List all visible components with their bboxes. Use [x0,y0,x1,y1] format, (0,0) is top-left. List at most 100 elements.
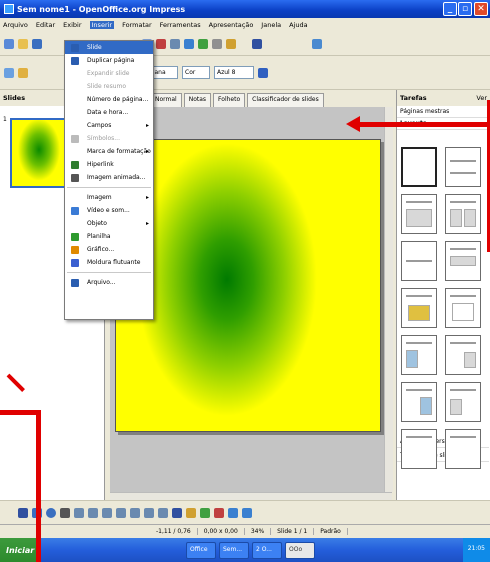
undo-icon[interactable] [156,38,166,49]
table-icon[interactable] [198,38,208,49]
menu-presentation[interactable]: Apresentação [209,21,254,29]
layout-title-only[interactable] [445,147,481,187]
menu-item-label: Campos [87,122,112,129]
section-master-pages[interactable]: Páginas mestras [397,106,490,118]
layout-title-object[interactable] [401,429,437,469]
align-icon[interactable] [228,507,238,518]
layout-title-chart-text[interactable] [445,382,481,422]
menu-tools[interactable]: Ferramentas [160,21,201,29]
menu-view[interactable]: Exibir [63,21,81,29]
insert-menu-item[interactable]: Marca de formatação ▸ [65,145,153,158]
line-icon[interactable] [258,67,268,78]
slide-canvas[interactable] [115,139,381,432]
layout-title-chart[interactable] [401,288,437,328]
insert-menu-item[interactable]: Vídeo e som... [65,204,153,217]
slide-design-icon[interactable] [312,38,322,49]
insert-menu-item[interactable]: Duplicar página [65,54,153,67]
layout-title-two-content[interactable] [445,194,481,234]
menu-item-label: Planilha [87,233,111,240]
insert-menu-item[interactable]: Gráfico... [65,243,153,256]
line-tool-icon[interactable] [18,507,28,518]
shapes-tool-icon[interactable] [102,507,112,518]
arrange-icon[interactable] [242,507,252,518]
symbol-shapes-icon[interactable] [116,507,126,518]
menu-edit[interactable]: Editar [36,21,55,29]
3d-objects-icon[interactable] [172,507,182,518]
insert-menu-item[interactable]: Objeto ▸ [65,217,153,230]
effects-icon[interactable] [214,507,224,518]
fontwork-icon[interactable] [186,507,196,518]
insert-menu-item[interactable]: Imagem animada... [65,171,153,184]
text-tool-icon[interactable] [60,507,70,518]
tab-normal[interactable]: Normal [150,93,182,107]
block-arrows-icon[interactable] [130,507,140,518]
view-menu[interactable]: Ver [476,94,487,102]
layout-title-text-clipart[interactable] [401,382,437,422]
menu-help[interactable]: Ajuda [289,21,307,29]
insert-menu-item[interactable]: Número de página... [65,93,153,106]
menu-item-label: Imagem [87,194,112,201]
connector-tool-icon[interactable] [88,507,98,518]
chart-icon[interactable] [184,38,194,49]
task-ooo[interactable]: OOo [285,541,315,559]
tab-slide-sorter[interactable]: Classificador de slides [247,93,324,107]
vertical-scrollbar[interactable] [384,107,393,492]
layout-title-clipart-text[interactable] [401,335,437,375]
menu-insert[interactable]: Inserir [89,21,115,29]
status-slide: Slide 1 / 1 [271,528,315,535]
start-button[interactable]: Iniciar [0,538,36,562]
task-office[interactable]: Office [186,541,216,559]
format-icon[interactable] [18,67,28,78]
task-window[interactable]: Sem... [219,541,249,559]
menu-item-icon [71,207,79,215]
menu-window[interactable]: Janela [261,21,281,29]
new-icon[interactable] [4,38,14,49]
redo-icon[interactable] [170,38,180,49]
window-title: Sem nome1 - OpenOffice.org Impress [17,4,186,14]
slide-icon[interactable] [252,38,262,49]
flowchart-icon[interactable] [144,507,154,518]
layout-title-text[interactable] [445,241,481,281]
menu-file[interactable]: Arquivo [3,21,28,29]
menu-separator [67,187,151,188]
submenu-arrow-icon: ▸ [145,122,149,129]
insert-menu-item[interactable]: Imagem ▸ [65,191,153,204]
status-zoom[interactable]: 34% [245,528,272,535]
menu-format[interactable]: Formatar [122,21,152,29]
zoom-icon[interactable] [212,38,222,49]
slide-thumbnail[interactable] [10,118,68,188]
insert-menu-item[interactable]: Slide [65,41,153,54]
tab-notes[interactable]: Notas [183,93,212,107]
layout-blank[interactable] [401,147,437,187]
gallery-icon[interactable] [200,507,210,518]
insert-menu-item[interactable]: Arquivo... [65,276,153,289]
insert-menu-item[interactable]: Moldura flutuante [65,256,153,269]
insert-menu-item[interactable]: Hiperlink [65,158,153,171]
curve-tool-icon[interactable] [74,507,84,518]
menu-item-icon [71,279,79,287]
maximize-button[interactable]: ▫ [458,2,472,16]
close-button[interactable]: ✕ [474,2,488,16]
ellipse-tool-icon[interactable] [46,507,56,518]
menu-item-label: Data e hora... [87,109,129,116]
size-field[interactable]: Azul 8 [214,66,254,79]
task-folder[interactable]: 2 O... [252,541,282,559]
menu-item-icon [71,161,79,169]
layout-title-object-text[interactable] [445,429,481,469]
insert-menu-item[interactable]: Campos ▸ [65,119,153,132]
stars-icon[interactable] [158,507,168,518]
help-icon[interactable] [226,38,236,49]
arrow-icon[interactable] [4,67,14,78]
layout-title-table[interactable] [445,288,481,328]
tab-handout[interactable]: Folheto [213,93,246,107]
insert-menu-item[interactable]: Data e hora... [65,106,153,119]
minimize-button[interactable]: _ [443,2,457,16]
open-icon[interactable] [18,38,28,49]
layout-title-text-chart[interactable] [445,335,481,375]
layout-title-content[interactable] [401,194,437,234]
layout-centered-text[interactable] [401,241,437,281]
clock: 21:05 [467,545,485,552]
save-icon[interactable] [32,38,42,49]
insert-menu-item[interactable]: Planilha [65,230,153,243]
color-field[interactable]: Cor [182,66,210,79]
